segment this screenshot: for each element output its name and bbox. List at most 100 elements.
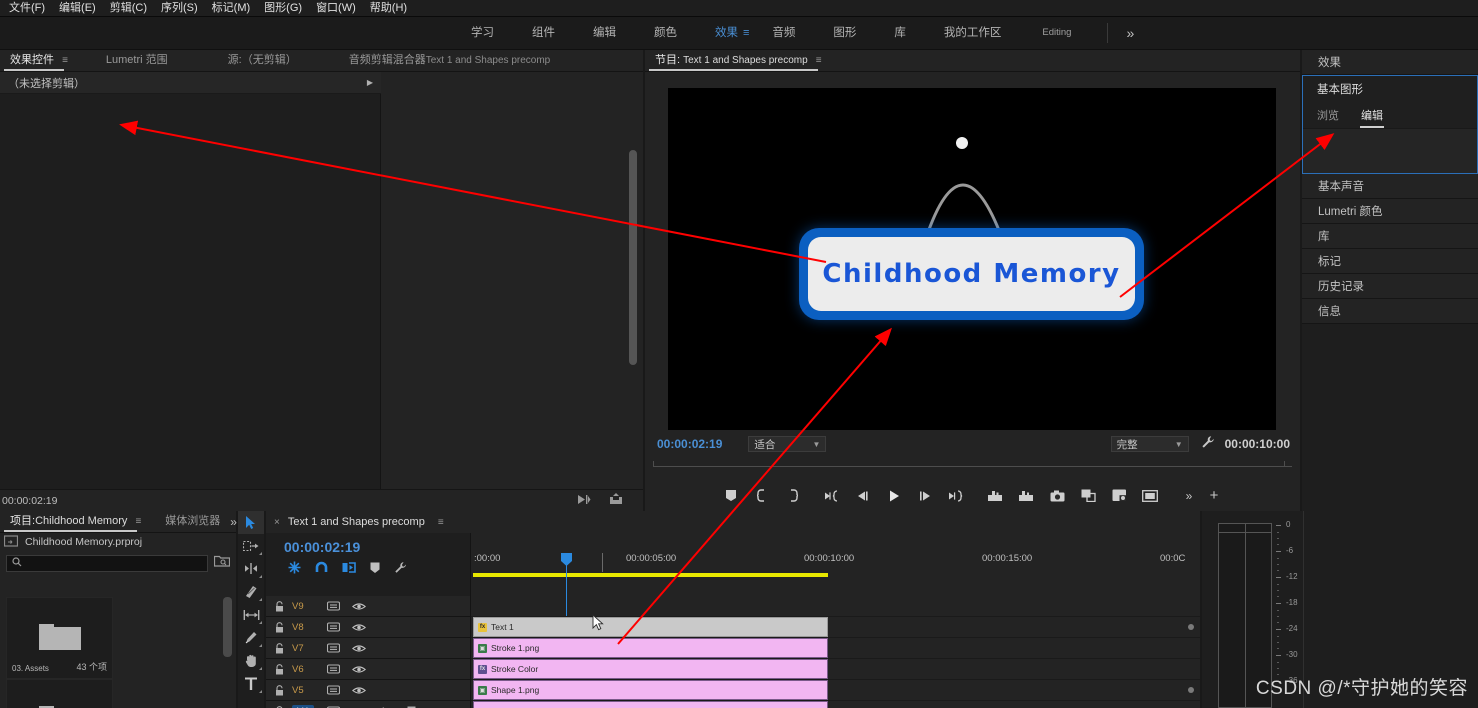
razor-tool[interactable] [238,580,264,603]
comparison-view-icon[interactable] [1080,488,1096,504]
program-current-timecode[interactable]: 00:00:02:19 [657,437,722,451]
program-duration-timecode[interactable]: 00:00:10:00 [1225,437,1290,451]
button-editor-overflow-icon[interactable]: » [1181,488,1197,504]
track-header-v5[interactable]: V5 [266,680,470,701]
timeline-close-icon[interactable]: × [274,517,280,528]
sidebar-item-essential-sound[interactable]: 基本声音 [1302,174,1478,199]
workspace-menu-icon[interactable]: ≡ [743,27,749,39]
timeline-settings-wrench-icon[interactable] [394,561,407,579]
track-visibility-eye-icon-4[interactable] [346,665,372,674]
workspace-tab-color[interactable]: 颜色 [635,17,696,49]
snap-in-point-icon[interactable] [288,561,301,579]
track-lock-icon-4[interactable] [266,663,292,675]
multi-camera-view-icon[interactable] [1111,488,1127,504]
timeline-clip-shape1png[interactable]: ▣ Shape 1.png [473,680,828,700]
menu-item-graphics[interactable]: 图形(G) [257,0,309,16]
timeline-work-area-bar[interactable] [473,573,828,577]
sidebar-item-lumetri-color[interactable]: Lumetri 颜色 [1302,199,1478,224]
clip-row-v5[interactable]: ▣ Shape 1.png [471,680,1200,701]
linked-selection-icon[interactable] [342,561,356,579]
workspace-tab-editing-en[interactable]: Editing [1020,17,1093,49]
timeline-clip-strokecolor[interactable]: fx Stroke Color [473,659,828,679]
project-search-field[interactable] [26,557,207,569]
lift-icon[interactable] [987,488,1003,504]
clip-row-v8[interactable]: fx Text 1 [471,617,1200,638]
track-header-v8[interactable]: V8 [266,617,470,638]
step-forward-icon[interactable] [917,488,933,504]
track-select-forward-tool[interactable] [238,534,264,557]
timeline-ruler[interactable]: :00:00 00:00:05:00 00:00:10:00 00:00:15:… [471,553,1200,575]
track-keyframe-dot-2[interactable] [1188,687,1194,693]
extract-icon[interactable] [1018,488,1034,504]
clip-row-v4[interactable] [471,701,1200,708]
export-frame-camera-icon[interactable] [1049,488,1065,504]
workspace-tab-assembly[interactable]: 组件 [513,17,574,49]
timeline-sequence-name[interactable]: Text 1 and Shapes precomp [288,516,425,528]
timeline-panel-menu-icon[interactable]: ≡ [438,517,444,528]
timeline-clip-v4[interactable] [473,701,828,708]
program-quality-dropdown[interactable]: 完整 ▼ [1110,436,1189,452]
panel-menu-icon[interactable]: ≡ [62,55,68,66]
program-zoom-level-dropdown[interactable]: 适合 ▼ [748,436,827,452]
pen-tool[interactable] [238,626,264,649]
menu-item-window[interactable]: 窗口(W) [309,0,363,16]
program-monitor-ruler[interactable] [645,456,1300,480]
program-settings-wrench-icon[interactable] [1201,435,1215,454]
sidebar-item-libraries[interactable]: 库 [1302,224,1478,249]
tab-source-monitor[interactable]: 源:（无剪辑） [218,50,307,71]
audio-meter-clip-indicator[interactable] [1218,523,1272,533]
go-to-out-icon[interactable] [948,488,964,504]
effect-controls-scrollbar[interactable] [629,150,637,365]
workspace-tab-libraries[interactable]: 库 [875,17,925,49]
track-lock-icon[interactable] [266,600,292,612]
track-sync-lock-icon-4[interactable] [320,664,346,674]
tab-audio-clip-mixer[interactable]: 音频剪辑混合器Text 1 and Shapes precomp [339,50,561,71]
project-bin-item[interactable]: 03. Assets 43 个项 [6,597,113,679]
track-sync-lock-icon-2[interactable] [320,622,346,632]
clip-row-v9[interactable] [471,596,1200,617]
menu-item-sequence[interactable]: 序列(S) [154,0,205,16]
menu-item-file[interactable]: 文件(F) [2,0,52,16]
safe-margins-icon[interactable] [1142,488,1158,504]
workspace-tab-editing[interactable]: 编辑 [574,17,635,49]
hand-tool[interactable] [238,649,264,672]
tab-project[interactable]: 项目:Childhood Memory ≡ [0,511,151,532]
clip-row-v7[interactable]: ▣ Stroke 1.png [471,638,1200,659]
workspace-overflow-icon[interactable]: » [1120,25,1140,41]
slip-tool[interactable] [238,603,264,626]
timeline-clip-stroke1png[interactable]: ▣ Stroke 1.png [473,638,828,658]
expand-triangle-icon[interactable]: ▶ [367,78,373,87]
timeline-clip-text1[interactable]: fx Text 1 [473,617,828,637]
snap-magnet-icon[interactable] [315,561,328,579]
button-editor-plus-icon[interactable]: + [1206,487,1222,504]
type-tool[interactable] [238,672,264,695]
track-sync-lock-icon-5[interactable] [320,685,346,695]
track-visibility-eye-icon-5[interactable] [346,686,372,695]
effect-controls-clip-bar[interactable]: （未选择剪辑） ▶ [0,72,381,94]
selection-tool[interactable] [238,511,264,534]
track-lock-icon-3[interactable] [266,642,292,654]
go-to-in-icon[interactable] [824,488,840,504]
project-bin-item-2[interactable]: 01. Edit Placehol... 3 个项 [6,679,113,708]
track-lock-icon-2[interactable] [266,621,292,633]
track-header-v6[interactable]: V6 [266,659,470,680]
new-search-bin-icon[interactable] [213,554,231,572]
menu-item-clip[interactable]: 剪辑(C) [103,0,154,16]
project-panel-menu-icon[interactable]: ≡ [135,516,141,527]
program-monitor-video-area[interactable]: Childhood Memory [668,88,1276,430]
track-header-v4[interactable]: V4 × fx [266,701,470,708]
track-visibility-eye-icon-3[interactable] [346,644,372,653]
ripple-edit-tool[interactable] [238,557,264,580]
tab-media-browser[interactable]: 媒体浏览器 [155,511,230,532]
track-keyframe-dot[interactable] [1188,624,1194,630]
track-sync-lock-icon-3[interactable] [320,643,346,653]
menu-item-edit[interactable]: 编辑(E) [52,0,103,16]
program-panel-menu-icon[interactable]: ≡ [816,55,822,66]
export-frame-icon[interactable] [609,492,623,510]
play-in-to-out-icon[interactable] [577,492,591,510]
mark-in-icon[interactable] [754,488,770,504]
add-marker-icon[interactable] [723,488,739,504]
track-visibility-eye-icon[interactable] [346,602,372,611]
play-stop-icon[interactable] [886,488,902,504]
track-lock-icon-5[interactable] [266,684,292,696]
